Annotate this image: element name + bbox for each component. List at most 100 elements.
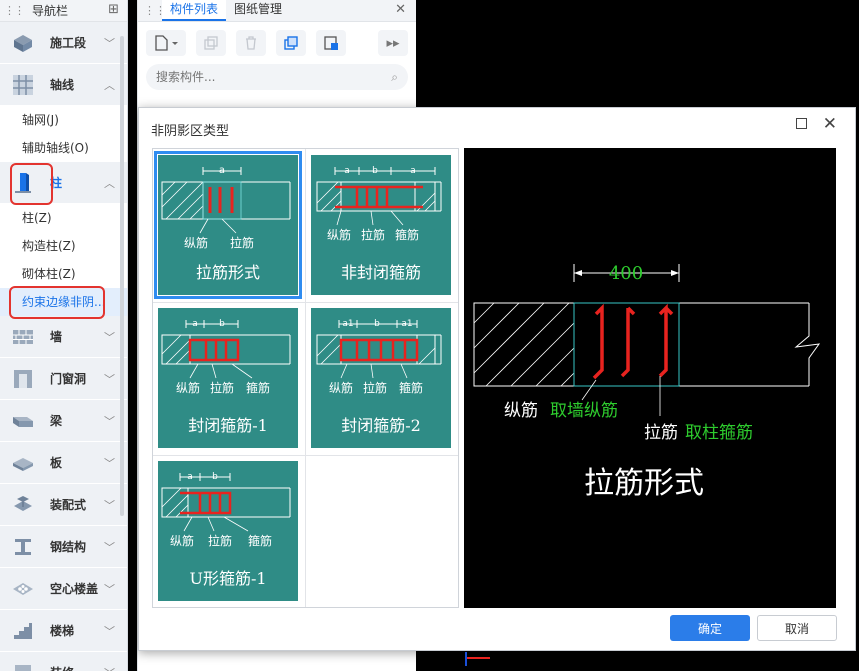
panel-tabbar: ⋮⋮ 构件列表 图纸管理 ✕ (138, 0, 416, 22)
dimension-label: a1 (401, 319, 412, 329)
wall-icon (10, 324, 36, 350)
nav-group-construction-stage[interactable]: 施工段 ﹀ (0, 22, 127, 64)
layer-copy-button[interactable] (276, 30, 306, 56)
chevron-down-icon[interactable]: ﹀ (104, 455, 115, 471)
grid-axis-icon (10, 72, 36, 98)
properties-button[interactable] (316, 30, 346, 56)
dimension-label: b (212, 472, 218, 482)
nav-group-axis[interactable]: 轴线 ︿ (0, 64, 127, 106)
nav-group-wall[interactable]: 墙 ﹀ (0, 316, 127, 358)
chevron-up-icon[interactable]: ︿ (104, 175, 115, 191)
pin-icon[interactable]: ⊞ (108, 2, 119, 17)
nav-group-decoration[interactable]: 装修 ﹀ (0, 652, 127, 671)
type-options-grid: a 纵筋 拉筋 拉筋形式 a b a 纵筋 拉筋 箍筋 非封闭箍筋 a b 纵筋… (152, 148, 459, 608)
nav-item-masonry-column[interactable]: 砌体柱(Z) (0, 260, 127, 288)
nav-item-boundary-non-shadow[interactable]: 约束边缘非阴... (0, 288, 127, 316)
rebar-label: 拉筋 (363, 380, 387, 395)
nav-group-beam[interactable]: 梁 ﹀ (0, 400, 127, 442)
drag-grip-icon[interactable]: ⋮⋮ (4, 4, 25, 17)
chevron-down-icon[interactable]: ﹀ (104, 371, 115, 387)
rebar-label: 纵筋 (329, 380, 353, 395)
closed-stirrup-2-diagram: a1 b a1 纵筋 拉筋 箍筋 (316, 319, 442, 395)
option-closed-stirrup-1[interactable]: a b 纵筋 拉筋 箍筋 封闭箍筋-1 (158, 308, 298, 448)
preview-diagram: 400 纵筋 取墙纵筋 拉筋 取柱箍筋 拉筋形式 (473, 263, 821, 501)
nav-group-steel[interactable]: 钢结构 ﹀ (0, 526, 127, 568)
ok-button[interactable]: 确定 (670, 615, 750, 641)
nav-group-label: 梁 (50, 414, 63, 428)
nav-scrollbar[interactable] (120, 36, 124, 516)
closed-stirrup-1-diagram: a b 纵筋 拉筋 箍筋 (161, 319, 291, 395)
nav-group-label: 轴线 (50, 78, 75, 92)
non-shadow-type-dialog: 非阴影区类型 ✕ a 纵筋 拉筋 拉筋形式 a b a 纵筋 拉筋 箍筋 非封闭… (138, 107, 856, 651)
nav-group-column[interactable]: 柱 ︿ (0, 162, 127, 204)
option-u-stirrup-1[interactable]: a b 纵筋 拉筋 箍筋 U形箍筋-1 (158, 461, 298, 601)
nav-group-label: 墙 (50, 330, 63, 344)
search-icon[interactable]: ⌕ (391, 70, 398, 85)
door-window-icon (10, 366, 36, 392)
chevron-down-icon[interactable]: ﹀ (104, 581, 115, 597)
chevron-down-icon[interactable]: ﹀ (104, 413, 115, 429)
close-icon[interactable]: ✕ (823, 114, 837, 134)
nav-group-hollow-floor[interactable]: 空心楼盖 ﹀ (0, 568, 127, 610)
rebar-label: 拉筋 (230, 235, 254, 250)
option-tie-bar-form[interactable]: a 纵筋 拉筋 拉筋形式 (154, 151, 302, 299)
more-button[interactable]: ▸▸ (378, 30, 408, 56)
nav-group-prefab[interactable]: 装配式 ﹀ (0, 484, 127, 526)
preview-caption: 拉筋形式 (584, 466, 704, 501)
chevron-down-icon[interactable]: ﹀ (104, 623, 115, 639)
preview-tie-label: 拉筋 (644, 423, 678, 443)
rebar-label: 纵筋 (170, 533, 194, 548)
column-icon (10, 170, 36, 196)
rebar-label: 箍筋 (246, 380, 270, 395)
option-label: 封闭箍筋-1 (188, 416, 268, 435)
nav-group-stair[interactable]: 楼梯 ﹀ (0, 610, 127, 652)
stair-icon (10, 618, 36, 644)
nav-group-label: 板 (50, 456, 63, 470)
preview-tie-note: 取柱箍筋 (685, 423, 753, 443)
non-closed-stirrup-diagram: a b a 纵筋 拉筋 箍筋 (316, 166, 442, 242)
rebar-label: 箍筋 (395, 227, 419, 242)
search-input[interactable] (156, 70, 392, 84)
nav-item-aux-axis[interactable]: 辅助轴线(O) (0, 134, 127, 162)
cancel-button[interactable]: 取消 (757, 615, 837, 641)
option-non-closed-stirrup[interactable]: a b a 纵筋 拉筋 箍筋 非封闭箍筋 (311, 155, 451, 295)
new-file-icon (155, 35, 178, 51)
chevron-down-icon[interactable]: ﹀ (104, 497, 115, 513)
rebar-label: 箍筋 (248, 533, 272, 548)
chevron-down-icon[interactable]: ﹀ (104, 329, 115, 345)
grid-divider (153, 455, 458, 456)
tab-drawing-management[interactable]: 图纸管理 (226, 0, 290, 21)
axis-indicator-icon (465, 652, 490, 666)
maximize-icon[interactable] (796, 118, 807, 129)
dimension-label: a (192, 319, 198, 329)
tie-bar-form-diagram: a 纵筋 拉筋 (161, 165, 291, 250)
dimension-label: a (344, 166, 350, 176)
nav-item-axis-net[interactable]: 轴网(J) (0, 106, 127, 134)
dimension-label: b (372, 166, 378, 176)
delete-button[interactable] (236, 30, 266, 56)
dimension-label: a1 (342, 319, 353, 329)
option-label: 拉筋形式 (195, 263, 260, 282)
preview-pane: 400 纵筋 取墙纵筋 拉筋 取柱箍筋 拉筋形式 (464, 148, 836, 608)
drag-grip-icon[interactable]: ⋮⋮ (144, 4, 166, 17)
nav-group-label: 柱 (50, 176, 63, 190)
new-component-button[interactable] (146, 30, 186, 56)
nav-header: ⋮⋮ 导航栏 ⊞ (0, 0, 127, 22)
nav-item-constructional-column[interactable]: 构造柱(Z) (0, 232, 127, 260)
nav-group-slab[interactable]: 板 ﹀ (0, 442, 127, 484)
nav-group-label: 门窗洞 (50, 372, 87, 386)
close-icon[interactable]: ✕ (395, 2, 406, 17)
chevron-up-icon[interactable]: ︿ (104, 77, 115, 93)
nav-item-column[interactable]: 柱(Z) (0, 204, 127, 232)
chevron-down-icon[interactable]: ﹀ (104, 665, 115, 671)
nav-group-door-window[interactable]: 门窗洞 ﹀ (0, 358, 127, 400)
option-closed-stirrup-2[interactable]: a1 b a1 纵筋 拉筋 箍筋 封闭箍筋-2 (311, 308, 451, 448)
chevron-down-icon[interactable]: ﹀ (104, 35, 115, 51)
dimension-label: a (187, 472, 193, 482)
steel-structure-icon (10, 534, 36, 560)
chevron-down-icon[interactable]: ﹀ (104, 539, 115, 555)
tab-component-list[interactable]: 构件列表 (162, 0, 227, 21)
prefab-icon (10, 492, 36, 518)
slab-icon (10, 450, 36, 476)
copy-button[interactable] (196, 30, 226, 56)
